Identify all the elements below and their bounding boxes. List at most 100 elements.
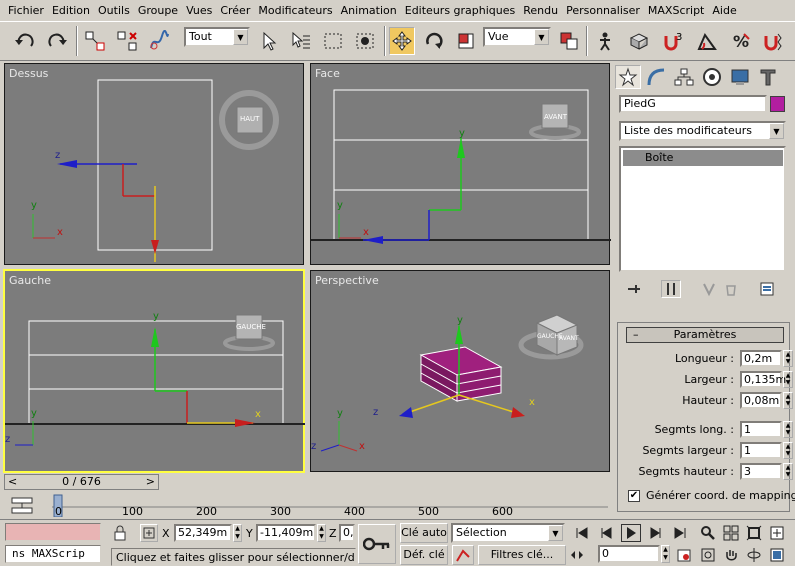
absolute-mode-icon[interactable] <box>140 524 158 542</box>
chevron-left-icon[interactable]: < <box>8 475 17 489</box>
play-icon[interactable] <box>621 524 641 542</box>
menu-personnaliser[interactable]: Personnaliser <box>562 4 644 17</box>
angle-snap-icon[interactable] <box>694 27 720 55</box>
menu-aide[interactable]: Aide <box>708 4 740 17</box>
configure-modifier-sets-icon[interactable] <box>757 280 777 298</box>
hierarchy-tab-icon[interactable] <box>671 65 697 89</box>
zoom-all-icon[interactable] <box>721 524 741 542</box>
select-by-name-icon[interactable] <box>288 27 314 55</box>
previous-frame-icon[interactable] <box>597 524 617 542</box>
menu-maxscript[interactable]: MAXScript <box>644 4 708 17</box>
timeline-track[interactable]: 0 100 200 300 400 500 600 <box>52 493 612 518</box>
key-filters-button[interactable]: Filtres clé... <box>478 545 566 565</box>
auto-key-button[interactable]: Clé auto <box>400 523 448 543</box>
menu-animation[interactable]: Animation <box>337 4 401 17</box>
chevron-right-icon[interactable]: > <box>146 475 155 489</box>
height-segs-input[interactable]: 3 <box>740 463 782 480</box>
manipulate-icon[interactable] <box>592 27 618 55</box>
height-spinner[interactable]: ▲ ▼ <box>783 392 793 409</box>
set-key-button[interactable]: Déf. clé <box>400 545 448 565</box>
parameters-rollout-header[interactable]: – Paramètres <box>626 327 784 343</box>
viewcube-front[interactable]: AVANT <box>544 113 567 121</box>
select-scale-icon[interactable] <box>453 27 479 55</box>
redo-icon[interactable] <box>44 27 70 55</box>
time-configuration-icon[interactable] <box>674 546 694 564</box>
default-tangent-icon[interactable] <box>452 545 474 565</box>
go-to-end-icon[interactable] <box>670 524 690 542</box>
stack-item-box[interactable]: Boîte <box>623 150 783 166</box>
viewport-perspective[interactable]: Perspective y z x y z x AVANT GAUCHE <box>310 270 610 472</box>
lock-icon[interactable] <box>113 525 127 544</box>
pan-hand-icon[interactable] <box>721 546 741 564</box>
utilities-tab-icon[interactable] <box>755 65 781 89</box>
pivot-center-icon[interactable] <box>556 27 582 55</box>
arc-rotate-icon[interactable] <box>744 546 764 564</box>
select-object-icon[interactable] <box>256 27 282 55</box>
x-coordinate-input[interactable]: 52,349m <box>174 524 232 542</box>
field-of-view-icon[interactable] <box>698 546 718 564</box>
key-mode-toggle-icon[interactable] <box>567 546 587 564</box>
y-coordinate-input[interactable]: -11,409m <box>256 524 316 542</box>
y-spinner[interactable]: ▲ ▼ <box>317 524 326 542</box>
rect-selection-icon[interactable] <box>320 27 346 55</box>
menu-modificateurs[interactable]: Modificateurs <box>254 4 336 17</box>
menu-vues[interactable]: Vues <box>182 4 216 17</box>
viewcube-left[interactable]: GAUCHE <box>236 323 266 331</box>
current-frame-input[interactable]: 0 <box>598 545 660 563</box>
link-icon[interactable] <box>82 27 108 55</box>
modify-tab-icon[interactable] <box>643 65 669 89</box>
menu-edition[interactable]: Edition <box>48 4 94 17</box>
length-spinner[interactable]: ▲ ▼ <box>783 350 793 367</box>
width-input[interactable]: 0,135m <box>740 371 786 388</box>
object-name-input[interactable]: PiedG <box>619 95 767 113</box>
select-rotate-icon[interactable] <box>421 27 447 55</box>
zoom-extents-icon[interactable] <box>744 524 764 542</box>
maxscript-listener-input[interactable]: ns MAXScrip <box>5 545 101 563</box>
select-move-icon[interactable] <box>389 27 415 55</box>
width-segs-spinner[interactable]: ▲ ▼ <box>783 442 793 459</box>
selection-filter-dropdown[interactable]: Tout ▼ <box>184 27 250 47</box>
make-unique-icon[interactable] <box>699 280 719 298</box>
menu-rendu[interactable]: Rendu <box>519 4 562 17</box>
time-slider[interactable]: < 0 / 676 > <box>4 474 159 490</box>
show-end-result-icon[interactable] <box>661 280 681 298</box>
menu-fichier[interactable]: Fichier <box>4 4 48 17</box>
height-segs-spinner[interactable]: ▲ ▼ <box>783 463 793 480</box>
pin-stack-icon[interactable] <box>624 280 644 298</box>
width-segs-input[interactable]: 1 <box>740 442 782 459</box>
spinner-snap-icon[interactable] <box>760 27 786 55</box>
undo-icon[interactable] <box>12 27 38 55</box>
length-input[interactable]: 0,2m <box>740 350 782 367</box>
next-frame-icon[interactable] <box>645 524 665 542</box>
motion-tab-icon[interactable] <box>699 65 725 89</box>
modifier-list-dropdown[interactable]: Liste des modificateurs ▼ <box>619 121 786 141</box>
snap-toggle-icon[interactable]: 3 <box>660 27 686 55</box>
key-mode-icon[interactable] <box>358 524 396 564</box>
percent-snap-icon[interactable]: % <box>728 27 754 55</box>
unlink-icon[interactable] <box>114 27 140 55</box>
object-color-swatch[interactable] <box>770 96 785 112</box>
menu-editeurs-graphiques[interactable]: Editeurs graphiques <box>401 4 520 17</box>
keyboard-shortcut-icon[interactable] <box>626 27 652 55</box>
viewcube-perspective-side[interactable]: GAUCHE <box>537 333 563 340</box>
display-tab-icon[interactable] <box>727 65 753 89</box>
viewcube-top[interactable]: HAUT <box>240 115 259 123</box>
length-segs-input[interactable]: 1 <box>740 421 782 438</box>
menu-outils[interactable]: Outils <box>94 4 134 17</box>
length-segs-spinner[interactable]: ▲ ▼ <box>783 421 793 438</box>
maximize-viewport-icon[interactable] <box>767 546 787 564</box>
window-crossing-icon[interactable] <box>352 27 378 55</box>
zoom-icon[interactable] <box>698 524 718 542</box>
menu-groupe[interactable]: Groupe <box>134 4 182 17</box>
zoom-extents-all-icon[interactable] <box>767 524 787 542</box>
maxscript-listener-output[interactable] <box>5 523 101 541</box>
curve-editor-icon[interactable] <box>8 495 36 517</box>
height-input[interactable]: 0,08m <box>740 392 782 409</box>
menu-creer[interactable]: Créer <box>216 4 254 17</box>
width-spinner[interactable]: ▲ ▼ <box>783 371 793 388</box>
x-spinner[interactable]: ▲ ▼ <box>233 524 242 542</box>
go-to-start-icon[interactable] <box>572 524 592 542</box>
viewport-top[interactable]: Dessus z y x HAUT <box>4 63 304 265</box>
viewport-front[interactable]: Face y y x AVANT <box>310 63 611 265</box>
z-coordinate-input[interactable]: 0, <box>339 524 355 542</box>
